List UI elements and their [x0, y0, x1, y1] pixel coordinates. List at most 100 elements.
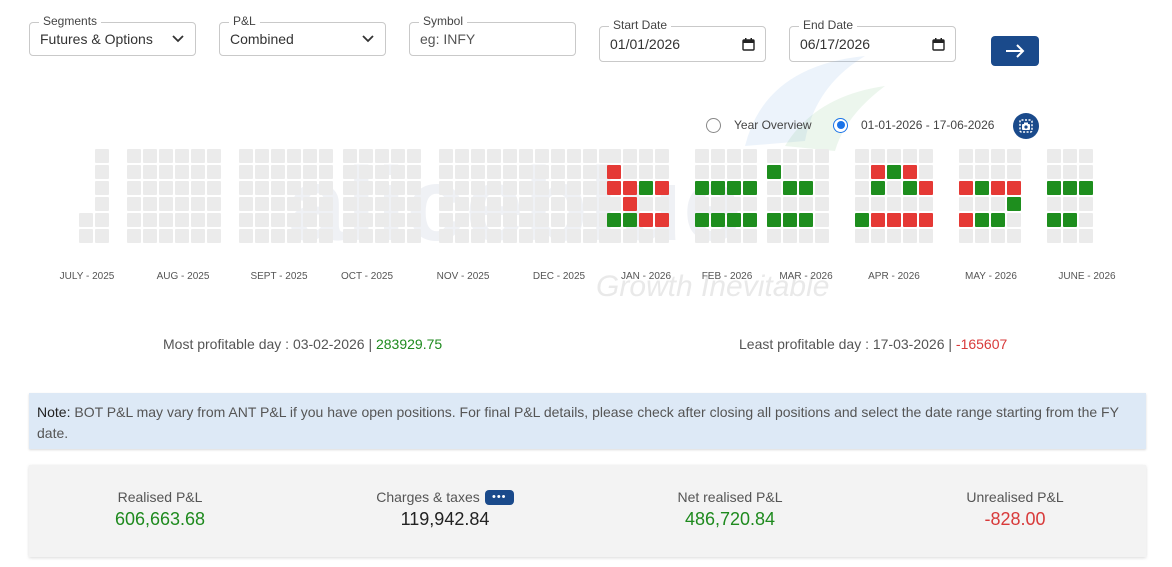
end-date-label: End Date [799, 18, 858, 32]
loss-day-cell[interactable] [607, 165, 621, 179]
profit-day-cell[interactable] [991, 213, 1005, 227]
profit-day-cell[interactable] [695, 213, 709, 227]
profit-day-cell[interactable] [975, 213, 989, 227]
profit-day-cell[interactable] [799, 213, 813, 227]
profit-day-cell[interactable] [743, 181, 757, 195]
empty-day-cell [1047, 197, 1061, 211]
loss-day-cell[interactable] [607, 181, 621, 195]
symbol-field[interactable]: Symbol [409, 14, 576, 60]
least-profitable-day: Least profitable day : 17-03-2026 | -165… [739, 336, 1007, 352]
profit-day-cell[interactable] [1079, 181, 1093, 195]
loss-day-cell[interactable] [919, 181, 933, 195]
empty-day-cell [439, 181, 453, 195]
profit-day-cell[interactable] [695, 181, 709, 195]
profit-day-cell[interactable] [639, 181, 653, 195]
profit-day-cell[interactable] [1063, 213, 1077, 227]
empty-day-cell [303, 197, 317, 211]
profit-day-cell[interactable] [767, 213, 781, 227]
loss-day-cell[interactable] [871, 213, 885, 227]
calendar-icon[interactable] [741, 37, 755, 51]
profit-day-cell[interactable] [711, 213, 725, 227]
empty-day-cell [727, 197, 741, 211]
empty-day-cell [1079, 229, 1093, 243]
empty-day-cell [607, 229, 621, 243]
date-range-radio[interactable] [833, 117, 848, 133]
empty-day-cell [1047, 229, 1061, 243]
screenshot-button[interactable] [1013, 113, 1039, 139]
pnl-select[interactable]: P&L Combined [219, 14, 386, 60]
profit-day-cell[interactable] [727, 181, 741, 195]
year-overview-option[interactable]: Year Overview [706, 112, 812, 138]
profit-day-cell[interactable] [975, 181, 989, 195]
profit-day-cell[interactable] [1007, 197, 1021, 211]
loss-day-cell[interactable] [903, 165, 917, 179]
loss-day-cell[interactable] [655, 213, 669, 227]
symbol-input[interactable] [420, 31, 565, 47]
profit-day-cell[interactable] [767, 165, 781, 179]
end-date-field[interactable]: End Date 06/17/2026 [789, 18, 956, 64]
loss-day-cell[interactable] [991, 181, 1005, 195]
empty-day-cell [1063, 229, 1077, 243]
empty-day-cell [567, 181, 581, 195]
loss-day-cell[interactable] [623, 181, 637, 195]
start-date-field[interactable]: Start Date 01/01/2026 [599, 18, 766, 64]
empty-day-cell [471, 181, 485, 195]
charges-details-button[interactable]: ••• [484, 489, 514, 505]
empty-day-cell [1007, 213, 1021, 227]
note-text: BOT P&L may vary from ANT P&L if you hav… [37, 404, 1119, 441]
empty-day-cell [887, 197, 901, 211]
loss-day-cell[interactable] [871, 165, 885, 179]
empty-day-cell [287, 165, 301, 179]
empty-day-cell [471, 149, 485, 163]
profit-day-cell[interactable] [623, 213, 637, 227]
profit-day-cell[interactable] [783, 213, 797, 227]
profit-day-cell[interactable] [1047, 181, 1061, 195]
empty-day-cell [271, 181, 285, 195]
empty-day-cell [95, 197, 109, 211]
empty-day-cell [143, 213, 157, 227]
empty-day-cell [95, 165, 109, 179]
segments-select[interactable]: Segments Futures & Options [29, 14, 196, 60]
least-profitable-value: -165607 [955, 336, 1008, 352]
unrealised-pnl-label: Unrealised P&L [966, 489, 1064, 505]
loss-day-cell[interactable] [903, 213, 917, 227]
empty-day-cell [959, 197, 973, 211]
profit-day-cell[interactable] [711, 181, 725, 195]
loss-day-cell[interactable] [623, 197, 637, 211]
profit-day-cell[interactable] [855, 213, 869, 227]
empty-day-cell [975, 149, 989, 163]
loss-day-cell[interactable] [959, 213, 973, 227]
empty-day-cell [255, 149, 269, 163]
empty-day-cell [407, 229, 421, 243]
profit-day-cell[interactable] [903, 181, 917, 195]
profit-day-cell[interactable] [607, 213, 621, 227]
empty-day-cell [207, 229, 221, 243]
loss-day-cell[interactable] [1007, 181, 1021, 195]
loss-day-cell[interactable] [959, 181, 973, 195]
empty-day-cell [343, 213, 357, 227]
empty-day-cell [503, 165, 517, 179]
empty-day-cell [727, 165, 741, 179]
profit-day-cell[interactable] [799, 181, 813, 195]
empty-day-cell [207, 213, 221, 227]
profit-day-cell[interactable] [1063, 181, 1077, 195]
loss-day-cell[interactable] [655, 181, 669, 195]
empty-day-cell [175, 213, 189, 227]
profit-day-cell[interactable] [783, 181, 797, 195]
profit-day-cell[interactable] [871, 181, 885, 195]
profit-day-cell[interactable] [743, 213, 757, 227]
month-label: NOV - 2025 [436, 271, 490, 282]
date-range-option[interactable]: 01-01-2026 - 17-06-2026 [833, 112, 994, 138]
loss-day-cell[interactable] [887, 213, 901, 227]
profit-day-cell[interactable] [887, 165, 901, 179]
loss-day-cell[interactable] [919, 213, 933, 227]
year-overview-radio[interactable] [706, 117, 721, 133]
empty-day-cell [855, 165, 869, 179]
profit-day-cell[interactable] [727, 213, 741, 227]
profit-day-cell[interactable] [1047, 213, 1061, 227]
loss-day-cell[interactable] [639, 213, 653, 227]
apply-filters-button[interactable] [991, 36, 1039, 66]
empty-day-cell [407, 149, 421, 163]
calendar-icon[interactable] [931, 37, 945, 51]
symbol-label: Symbol [419, 14, 468, 28]
